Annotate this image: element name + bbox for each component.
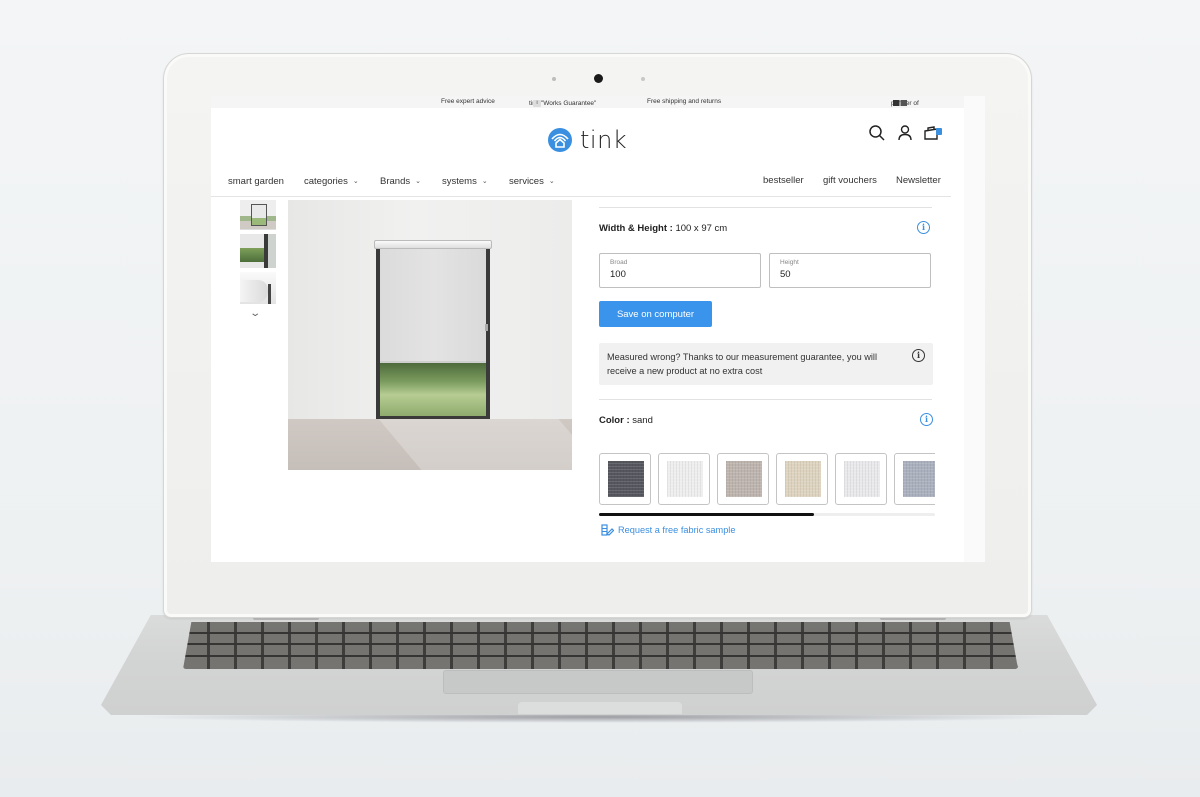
save-on-computer-button[interactable]: Save on computer (599, 301, 712, 327)
width-input[interactable] (610, 269, 750, 280)
color-info-icon[interactable]: i (920, 413, 933, 426)
sensor-left (552, 77, 556, 81)
color-swatch-carousel (599, 453, 935, 508)
section-divider (599, 207, 932, 208)
swatch-scrollbar[interactable] (599, 513, 935, 516)
cart-badge (936, 128, 942, 135)
swatch-scrollbar-thumb[interactable] (599, 513, 815, 516)
color-swatch-blue-grey[interactable] (894, 453, 935, 505)
height-field-label: Height (780, 259, 799, 266)
swatch-fabric (903, 461, 935, 497)
nav-smart-garden[interactable]: smart garden (228, 176, 284, 187)
info-icon[interactable]: i (533, 100, 541, 107)
browser-viewport: Free expert advice tink "Works Guarantee… (211, 96, 985, 562)
nav-label: systems (442, 176, 477, 187)
topbar-free-shipping: Free shipping and returns (647, 98, 722, 105)
size-info-icon[interactable]: i (917, 221, 930, 234)
chevron-down-icon: ⌄ (352, 178, 359, 185)
color-swatch-taupe[interactable] (717, 453, 769, 505)
image-window (374, 240, 492, 419)
nav-divider (211, 196, 951, 197)
width-field-label: Broad (610, 259, 628, 266)
fabric-sample-icon (601, 524, 614, 536)
section-divider (599, 399, 932, 400)
measurement-guarantee-notice: Measured wrong? Thanks to our measuremen… (599, 343, 933, 385)
color-swatch-anthracite[interactable] (599, 453, 651, 505)
color-value: sand (632, 415, 653, 426)
nav-categories[interactable]: categories ⌄ (304, 176, 359, 187)
image-roller-blind (380, 249, 486, 363)
image-garden-view (380, 363, 486, 416)
height-field[interactable]: Height (769, 253, 931, 288)
nav-label: categories (304, 176, 348, 187)
laptop-notch (518, 702, 682, 714)
sensor-right (641, 77, 645, 81)
image-blind-cassette (374, 240, 492, 249)
service-bar: Free expert advice tink "Works Guarantee… (211, 96, 985, 108)
nav-brands[interactable]: Brands ⌄ (380, 176, 421, 187)
product-main-image[interactable] (288, 200, 572, 470)
image-floor (288, 419, 572, 470)
guarantee-info-icon[interactable]: i (912, 349, 925, 362)
swatch-fabric (844, 461, 880, 497)
nav-label: Brands (380, 176, 411, 187)
color-swatch-white[interactable] (658, 453, 710, 505)
size-value: 100 x 97 cm (675, 223, 728, 234)
notice-text: Measured wrong? Thanks to our measuremen… (607, 352, 877, 376)
partner-logo (893, 100, 907, 106)
gallery-thumbnail-3[interactable] (240, 272, 276, 304)
image-blind-handle (485, 324, 488, 331)
nav-newsletter[interactable]: Newsletter (896, 175, 941, 186)
tink-logo-icon (548, 128, 572, 152)
gallery-thumbnail-1[interactable] (240, 200, 276, 230)
brand-logo[interactable]: tink (547, 126, 627, 154)
swatch-fabric (667, 461, 703, 497)
sample-link-text: Request a free fabric sample (618, 525, 736, 535)
nav-bestseller[interactable]: bestseller (763, 175, 804, 186)
laptop-trackpad (443, 670, 753, 694)
search-icon[interactable] (868, 124, 886, 142)
swatch-fabric (608, 461, 644, 497)
topbar-expert-advice: Free expert advice (441, 98, 495, 105)
height-input[interactable] (780, 269, 920, 280)
request-fabric-sample-link[interactable]: Request a free fabric sample (601, 524, 735, 536)
swatch-fabric (785, 461, 821, 497)
swatch-fabric (726, 461, 762, 497)
chevron-down-icon: ⌄ (481, 178, 488, 185)
nav-systems[interactable]: systems ⌄ (442, 176, 488, 187)
brand-name: tink (580, 126, 628, 154)
webcam (594, 74, 603, 83)
color-label: Color : (599, 415, 630, 426)
color-heading: Color : sand (599, 415, 653, 426)
laptop-keyboard (183, 622, 1018, 669)
color-swatch-sand[interactable] (776, 453, 828, 505)
user-icon[interactable] (896, 124, 914, 142)
size-label: Width & Height : (599, 223, 673, 234)
nav-label: smart garden (228, 176, 284, 187)
gallery-thumbnail-2[interactable] (240, 234, 276, 268)
nav-label: services (509, 176, 544, 187)
color-swatch-light-grey[interactable] (835, 453, 887, 505)
nav-services[interactable]: services ⌄ (509, 176, 555, 187)
chevron-down-icon: ⌄ (415, 178, 421, 185)
screen-right-margin (964, 96, 985, 562)
nav-gift-vouchers[interactable]: gift vouchers (823, 175, 877, 186)
chevron-down-icon: ⌄ (548, 178, 555, 185)
gallery-next-chevron-icon[interactable]: ⌄ (249, 308, 261, 319)
size-heading: Width & Height : 100 x 97 cm (599, 223, 727, 234)
width-field[interactable]: Broad (599, 253, 761, 288)
